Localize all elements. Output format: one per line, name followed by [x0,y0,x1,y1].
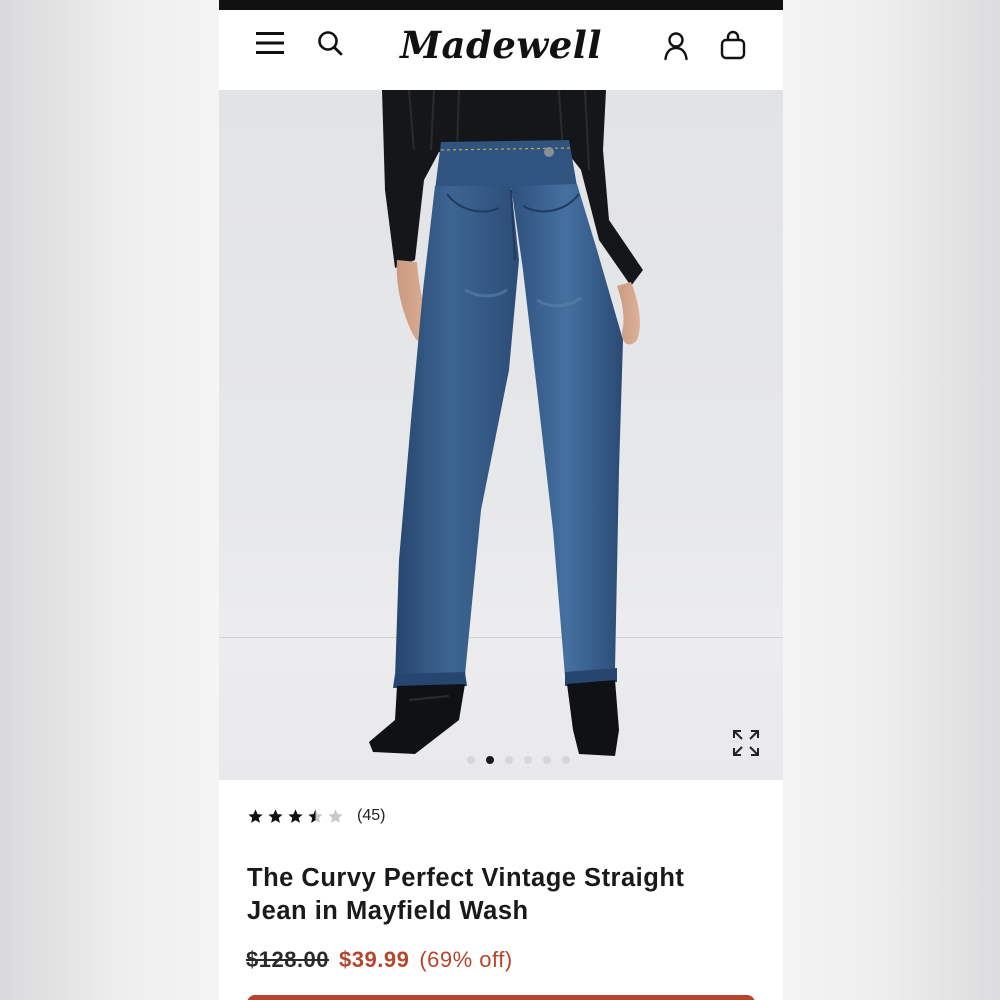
product-title: The Curvy Perfect Vintage Straight Jean … [247,862,747,928]
price-row: $128.00 $39.99 (69% off) [246,947,513,973]
carousel-dot[interactable] [562,756,570,764]
star-full-icon [288,808,303,823]
carousel-indicator [467,756,570,764]
search-icon[interactable] [315,28,345,58]
carousel-dot[interactable] [524,756,532,764]
brand-logo[interactable]: Madewell [400,18,601,72]
product-image-gallery[interactable] [219,90,783,780]
product-title-line-1: The Curvy Perfect Vintage Straight [247,864,685,892]
star-half-icon [308,808,323,823]
phone-screen: Madewell (45) The Curvy Perfect Vintage … [219,0,783,1000]
product-image[interactable] [219,90,783,780]
shopping-bag-icon[interactable] [717,28,749,62]
status-bar [219,0,783,10]
account-icon[interactable] [661,30,691,62]
star-full-icon [248,808,263,823]
star-full-icon [268,808,283,823]
product-title-line-2: Jean in Mayfield Wash [247,897,529,925]
carousel-dot-active[interactable] [486,756,494,764]
review-count[interactable]: (45) [357,807,385,825]
discount-percentage: (69% off) [419,947,513,972]
sale-price: $39.99 [339,947,410,972]
site-header: Madewell [219,10,783,90]
product-rating[interactable]: (45) [247,807,385,825]
hamburger-menu-icon[interactable] [253,28,287,58]
product-info: (45) The Curvy Perfect Vintage Straight … [219,780,783,1000]
carousel-dot[interactable] [467,756,475,764]
carousel-dot[interactable] [505,756,513,764]
star-empty-icon [328,808,343,823]
star-rating [247,808,344,825]
carousel-dot[interactable] [543,756,551,764]
add-to-bag-button[interactable] [247,995,755,1000]
original-price: $128.00 [246,947,330,972]
expand-icon[interactable] [731,728,761,758]
